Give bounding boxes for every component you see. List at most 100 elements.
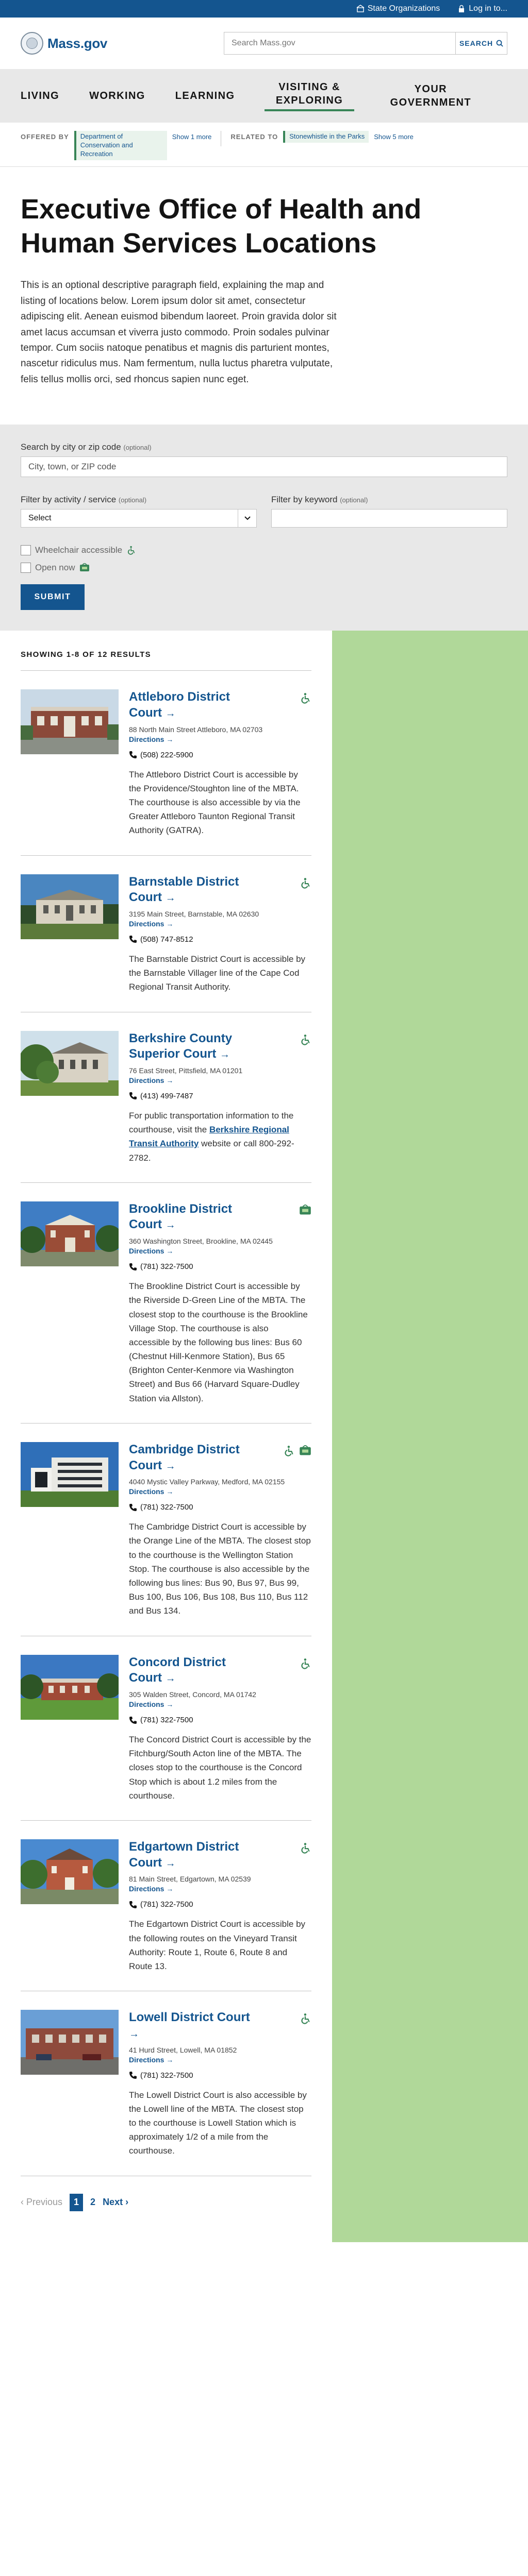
directions-link[interactable]: Directions → [129,1487,173,1496]
location-badges [300,874,311,889]
location-phone[interactable]: (781) 322-7500 [129,1503,311,1512]
directions-link[interactable]: Directions → [129,735,173,743]
page-header: Executive Office of Health and Human Ser… [0,167,528,400]
location-title-link[interactable]: Berkshire County Superior Court → [129,1031,253,1062]
previous-page-button[interactable]: ‹ Previous [21,2197,62,2208]
nav-living[interactable]: LIVING [21,89,59,103]
location-card-body: Cambridge District Court → 4040 Mystic V… [129,1442,311,1618]
wheelchair-icon [301,877,310,889]
offered-show-more-link[interactable]: Show 1 more [172,131,212,141]
main-nav: LIVING WORKING LEARNING VISITING & EXPLO… [0,69,528,123]
location-card-body: Berkshire County Superior Court → 76 Eas… [129,1031,311,1165]
submit-button[interactable]: SUBMIT [21,584,85,611]
open-now-checkbox-row[interactable]: Open now [21,563,507,573]
location-title: Berkshire County Superior Court [129,1031,233,1061]
activity-filter: Filter by activity / service (optional) … [21,495,257,528]
arrow-right-icon: → [165,1857,176,1869]
location-title: Concord District Court [129,1655,226,1685]
state-organizations-link[interactable]: State Organizations [356,4,440,13]
directions-link[interactable]: Directions → [129,1700,173,1708]
page-button-current[interactable]: 1 [70,2193,84,2211]
login-label: Log in to... [469,4,507,13]
directions-link[interactable]: Directions → [129,2056,173,2064]
keyword-input[interactable] [271,509,507,528]
map-panel [332,631,528,2242]
wheelchair-icon [285,1445,293,1456]
nav-learning[interactable]: LEARNING [175,89,235,103]
location-card: Brookline District Court → 360 Washingto… [21,1183,311,1423]
directions-link[interactable]: Directions → [129,920,173,928]
location-title-link[interactable]: Concord District Court → [129,1655,253,1686]
location-photo [21,1201,119,1266]
location-phone[interactable]: (781) 322-7500 [129,2071,311,2080]
related-to-org-link[interactable]: Stonewhistle in the Parks [283,131,369,143]
login-link[interactable]: Log in to... [457,4,507,13]
location-title-link[interactable]: Brookline District Court → [129,1201,253,1233]
location-card: Berkshire County Superior Court → 76 Eas… [21,1012,311,1183]
location-input[interactable]: City, town, or ZIP code [21,456,507,478]
activity-select[interactable]: Select [21,509,257,528]
keyword-optional-label: (optional) [340,496,368,504]
location-card-header: Berkshire County Superior Court → [129,1031,311,1062]
arrow-right-icon: → [166,919,174,928]
wheelchair-icon [128,546,135,555]
directions-label: Directions [129,919,164,928]
search-button[interactable]: SEARCH [455,32,507,54]
nav-your-government[interactable]: YOUR GOVERNMENT [390,82,471,109]
wheelchair-icon [301,2013,310,2024]
wheelchair-checkbox-row[interactable]: Wheelchair accessible [21,545,507,556]
activity-optional-label: (optional) [118,496,147,504]
search-icon [496,40,503,47]
arrow-right-icon: → [165,1219,176,1231]
wheelchair-checkbox[interactable] [21,545,31,556]
location-description: The Barnstable District Court is accessi… [129,954,306,992]
page-button[interactable]: 2 [90,2197,95,2208]
next-page-button[interactable]: Next › [103,2197,128,2208]
location-title-link[interactable]: Barnstable District Court → [129,874,253,906]
location-title-link[interactable]: Lowell District Court → [129,2010,253,2041]
directions-link[interactable]: Directions → [129,1247,173,1255]
phone-icon [129,751,137,759]
location-card-header: Attleboro District Court → [129,689,311,721]
location-phone[interactable]: (413) 499-7487 [129,1092,311,1100]
location-address: 4040 Mystic Valley Parkway, Medford, MA … [129,1478,285,1486]
location-card-body: Concord District Court → 305 Walden Stre… [129,1655,311,1803]
keyword-filter: Filter by keyword (optional) [271,495,507,528]
state-seal-icon [21,32,43,55]
nav-working[interactable]: WORKING [89,89,145,103]
location-phone[interactable]: (781) 322-7500 [129,1900,311,1909]
directions-link[interactable]: Directions → [129,1885,173,1893]
nav-visiting-exploring[interactable]: VISITING & EXPLORING [265,80,354,111]
location-phone-number: (781) 322-7500 [140,2071,193,2080]
location-title-link[interactable]: Edgartown District Court → [129,1839,253,1871]
location-card: Edgartown District Court → 81 Main Stree… [21,1821,311,1992]
location-address: 3195 Main Street, Barnstable, MA 02630 [129,909,259,918]
site-search: SEARCH [224,32,507,55]
site-logo[interactable]: Mass.gov [21,32,107,55]
location-phone-number: (781) 322-7500 [140,1503,193,1512]
location-phone[interactable]: (781) 322-7500 [129,1716,311,1724]
location-phone[interactable]: (781) 322-7500 [129,1262,311,1271]
directions-link[interactable]: Directions → [129,1076,173,1084]
location-card-body: Attleboro District Court → 88 North Main… [129,689,311,837]
search-input[interactable] [224,32,455,54]
location-phone[interactable]: (508) 747-8512 [129,935,311,944]
activity-label-text: Filter by activity / service [21,495,117,505]
location-card-body: Lowell District Court → 41 Hurd Street, … [129,2010,311,2158]
offered-by-org-link[interactable]: Department of Conservation and Recreatio… [74,131,167,160]
building-icon [356,5,365,12]
relationship-bar: OFFERED BY Department of Conservation an… [0,123,528,167]
location-card-header: Lowell District Court → [129,2010,311,2041]
location-address: 81 Main Street, Edgartown, MA 02539 [129,1875,251,1884]
location-title-link[interactable]: Attleboro District Court → [129,689,253,721]
location-title-link[interactable]: Cambridge District Court → [129,1442,253,1473]
wheelchair-icon [301,1658,310,1669]
location-description: For public transportation information to… [129,1109,311,1165]
location-card: Lowell District Court → 41 Hurd Street, … [21,1991,311,2176]
page-title: Executive Office of Health and Human Ser… [21,193,422,259]
open-now-checkbox[interactable] [21,563,31,573]
location-filters: Search by city or zip code (optional) Ci… [0,425,528,631]
location-phone[interactable]: (508) 222-5900 [129,751,311,759]
phone-icon [129,1901,137,1908]
related-show-more-link[interactable]: Show 5 more [374,131,414,141]
